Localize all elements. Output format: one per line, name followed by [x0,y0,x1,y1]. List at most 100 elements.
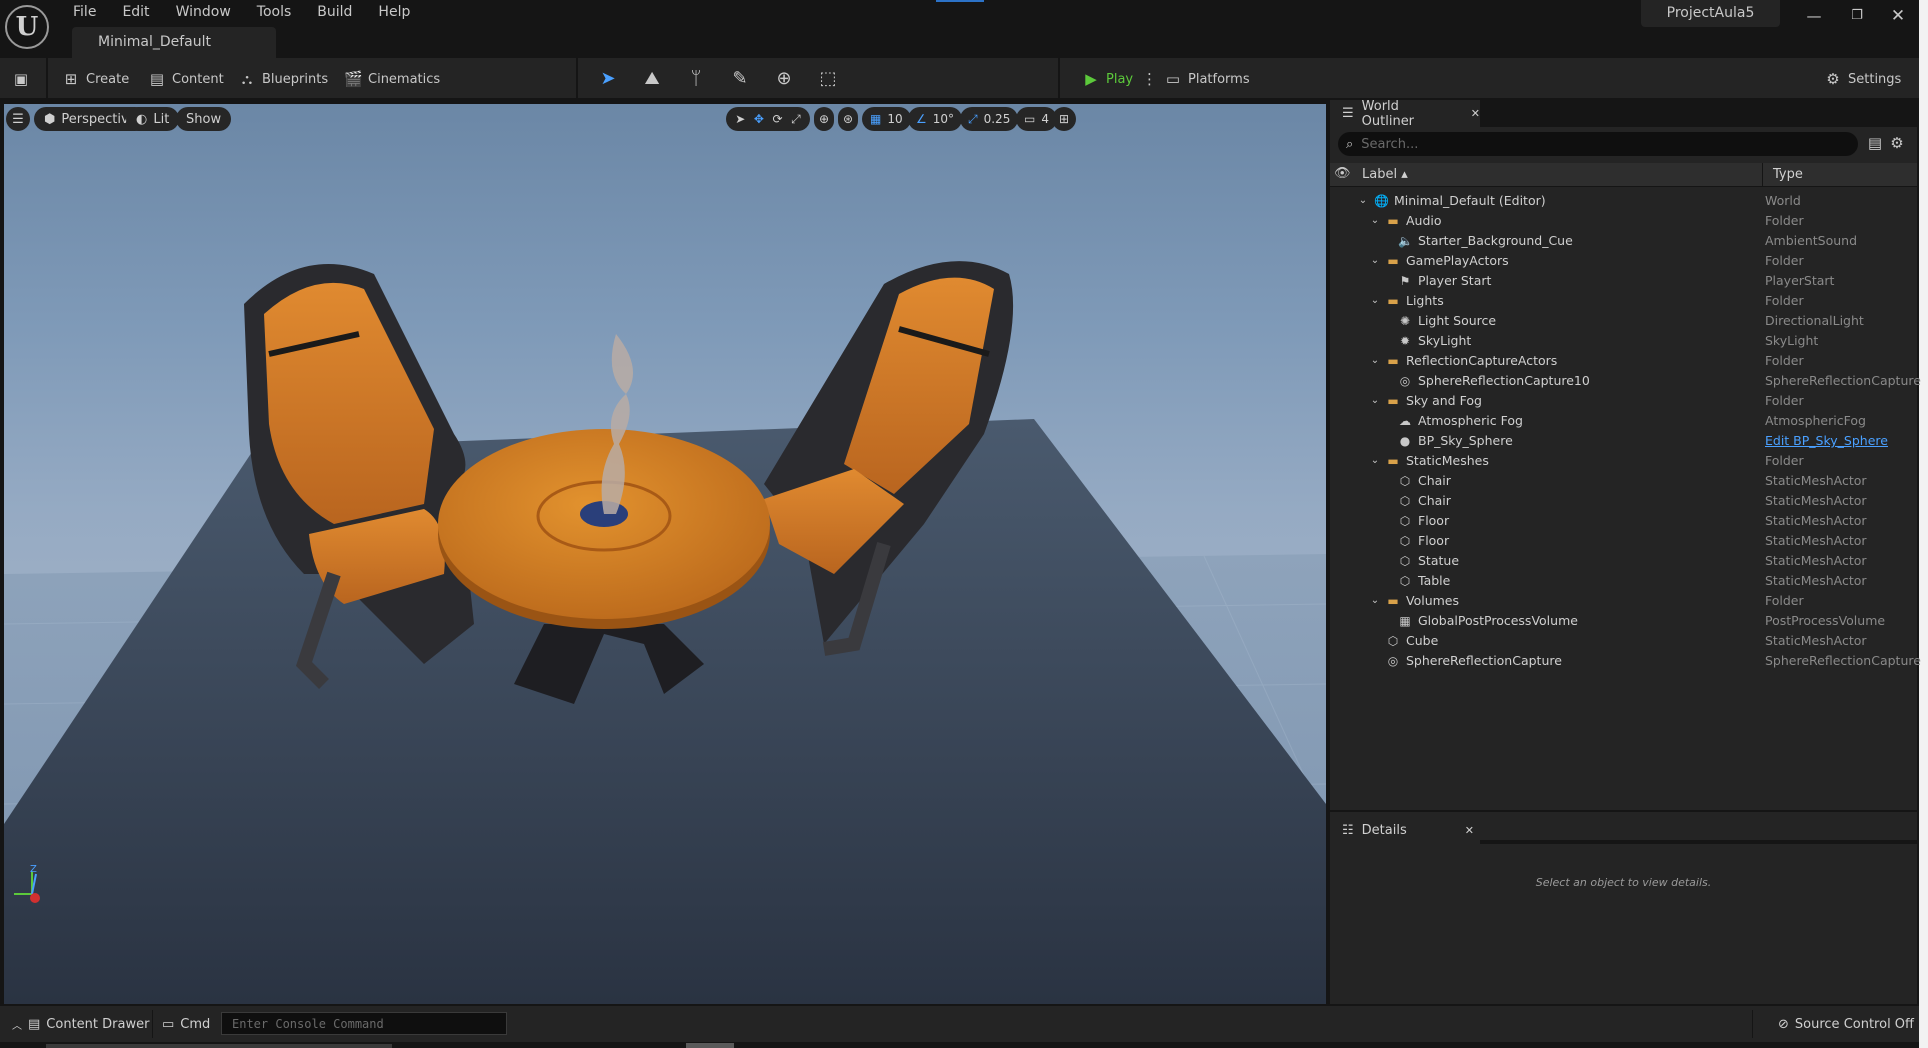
content-button[interactable]: ▤ Content [148,66,224,92]
surface-snap-button[interactable]: ⊛ [838,107,858,131]
scrollbar-thumb[interactable] [686,1043,734,1048]
type-column-header[interactable]: Type [1762,163,1917,187]
outliner-row[interactable]: ✹ SkyLight SkyLight [1330,331,1917,351]
landscape-mode-icon[interactable]: ⛰ [640,68,664,90]
outliner-search-input[interactable] [1361,136,1822,152]
outliner-row[interactable]: ⌄ 🌐 Minimal_Default (Editor) World [1330,191,1917,211]
outliner-row[interactable]: ⬡ Chair StaticMeshActor [1330,471,1917,491]
cinematics-button[interactable]: 🎬 Cinematics [344,66,440,92]
chevron-down-icon[interactable]: ⌄ [1370,251,1380,271]
chevron-up-icon: ︿ [12,1020,22,1032]
menu-window[interactable]: Window [163,4,244,20]
chevron-down-icon[interactable]: ⌄ [1370,591,1380,611]
outliner-row-label-group: ☁ Atmospheric Fog [1382,411,1523,431]
outliner-row[interactable]: ⌄ ▬ Sky and Fog Folder [1330,391,1917,411]
outliner-row[interactable]: ⌄ ▬ StaticMeshes Folder [1330,451,1917,471]
console-command-input[interactable] [221,1012,507,1035]
outliner-settings-icon[interactable]: ⚙ [1888,134,1906,152]
outliner-row[interactable]: ⬡ Statue StaticMeshActor [1330,551,1917,571]
outliner-row[interactable]: ⌄ ▬ Lights Folder [1330,291,1917,311]
label-column-header[interactable]: Label ▴ [1362,167,1408,182]
level-tab[interactable]: Minimal_Default [72,27,276,58]
scale-snap-button[interactable]: ⤢ 0.25 [960,107,1019,131]
close-tab-icon[interactable]: ✕ [1465,824,1474,837]
blueprints-button[interactable]: ⛬ Blueprints [238,66,328,92]
unreal-logo[interactable]: U [5,5,49,49]
content-drawer-button[interactable]: ︿ ▤ Content Drawer [12,1013,149,1035]
add-folder-icon[interactable]: ▤ [1866,134,1884,152]
camera-speed-button[interactable]: ▭ 4 [1016,107,1057,131]
outliner-row[interactable]: ⌄ ▬ Volumes Folder [1330,591,1917,611]
outliner-row[interactable]: ⬡ Floor StaticMeshActor [1330,511,1917,531]
restore-button[interactable]: ❐ [1841,4,1873,28]
outliner-row[interactable]: ● BP_Sky_Sphere Edit BP_Sky_Sphere [1330,431,1917,451]
menu-help[interactable]: Help [365,4,423,20]
outliner-row-name: Floor [1418,513,1450,528]
viewport-menu-button[interactable]: ☰ [6,107,30,131]
outliner-row[interactable]: ⌄ ▬ ReflectionCaptureActors Folder [1330,351,1917,371]
chevron-down-icon[interactable]: ⌄ [1370,211,1380,231]
terminal-icon: ▭ [162,1016,175,1032]
close-window-button[interactable]: ✕ [1882,4,1914,28]
translate-tool-icon[interactable]: ✥ [754,112,764,126]
source-control-button[interactable]: ⊘ Source Control Off [1778,1013,1914,1035]
outliner-row[interactable]: ◎ SphereReflectionCapture SphereReflection… [1330,651,1921,671]
foliage-mode-icon[interactable]: ᛘ [684,68,708,90]
outliner-row[interactable]: ☁ Atmospheric Fog AtmosphericFog [1330,411,1917,431]
visibility-icon[interactable]: 👁 [1334,166,1351,181]
details-tab[interactable]: ☷ Details ✕ [1330,817,1480,844]
fracture-mode-icon[interactable]: ⊕ [772,68,796,90]
level-viewport[interactable]: Z ☰ ⬢ Perspective ◐ Lit Show ➤ ✥ ⟳ ⤢ ⊕ ⊛… [4,104,1326,1004]
source-control-label: Source Control Off [1794,1016,1915,1032]
outliner-row[interactable]: 🔈 Starter_Background_Cue AmbientSound [1330,231,1917,251]
outliner-row[interactable]: ✺ Light Source DirectionalLight [1330,311,1917,331]
chevron-down-icon[interactable]: ⌄ [1370,451,1380,471]
world-outliner-tab[interactable]: ☰ World Outliner ✕ [1330,99,1480,129]
outliner-row[interactable]: ⚑ Player Start PlayerStart [1330,271,1917,291]
select-tool-icon[interactable]: ➤ [735,112,745,126]
outliner-row-name: ReflectionCaptureActors [1406,353,1558,368]
close-tab-icon[interactable]: ✕ [1471,107,1480,120]
globe-icon: ⊕ [818,112,830,126]
outliner-row[interactable]: ⬡ Table StaticMeshActor [1330,571,1917,591]
play-button[interactable]: ▶ Play [1082,66,1133,92]
create-button[interactable]: ⊞ Create [62,66,130,92]
menu-build[interactable]: Build [304,4,365,20]
outliner-row[interactable]: ◎ SphereReflectionCapture10 SphereReflecti… [1330,371,1921,391]
settings-button[interactable]: ⚙ Settings [1824,66,1901,92]
modeling-mode-icon[interactable]: ⬚ [816,68,840,90]
cmd-button[interactable]: ▭ Cmd [162,1013,210,1035]
show-button[interactable]: Show [176,107,232,131]
minimize-button[interactable]: — [1798,4,1830,28]
menu-file[interactable]: File [60,4,109,20]
play-options-button[interactable]: ⋮ [1142,66,1157,92]
outliner-row-type: StaticMeshActor [1765,513,1867,528]
viewport-layout-button[interactable]: ⊞ [1052,107,1076,131]
static-mesh-icon: ⬡ [1399,474,1411,488]
mesh-paint-mode-icon[interactable]: ✎ [728,68,752,90]
outliner-row[interactable]: ▦ GlobalPostProcessVolume PostProcessVolum… [1330,611,1917,631]
horizontal-scrollbar[interactable] [0,1042,1919,1048]
save-button[interactable]: ▣ [12,66,30,92]
coordinate-system-button[interactable]: ⊕ [814,107,834,131]
rotate-tool-icon[interactable]: ⟳ [772,112,782,126]
outliner-row[interactable]: ⬡ Floor StaticMeshActor [1330,531,1917,551]
select-mode-icon[interactable]: ➤ [596,68,620,90]
menu-tools[interactable]: Tools [244,4,305,20]
outliner-row-name: Chair [1418,493,1451,508]
grid-snap-button[interactable]: ▦ 10 [862,107,911,131]
outliner-row[interactable]: ⬡ Chair StaticMeshActor [1330,491,1917,511]
scale-tool-icon[interactable]: ⤢ [791,112,801,127]
rotation-snap-button[interactable]: ∠ 10° [908,107,963,131]
lit-button[interactable]: ◐ Lit [126,107,180,131]
platforms-button[interactable]: ▭ Platforms [1164,66,1250,92]
chevron-down-icon[interactable]: ⌄ [1358,191,1368,211]
edit-blueprint-link[interactable]: Edit BP_Sky_Sphere [1765,431,1888,451]
chevron-down-icon[interactable]: ⌄ [1370,291,1380,311]
outliner-row[interactable]: ⬡ Cube StaticMeshActor [1330,631,1917,651]
outliner-row[interactable]: ⌄ ▬ Audio Folder [1330,211,1917,231]
chevron-down-icon[interactable]: ⌄ [1370,351,1380,371]
chevron-down-icon[interactable]: ⌄ [1370,391,1380,411]
menu-edit[interactable]: Edit [109,4,162,20]
outliner-row[interactable]: ⌄ ▬ GamePlayActors Folder [1330,251,1917,271]
